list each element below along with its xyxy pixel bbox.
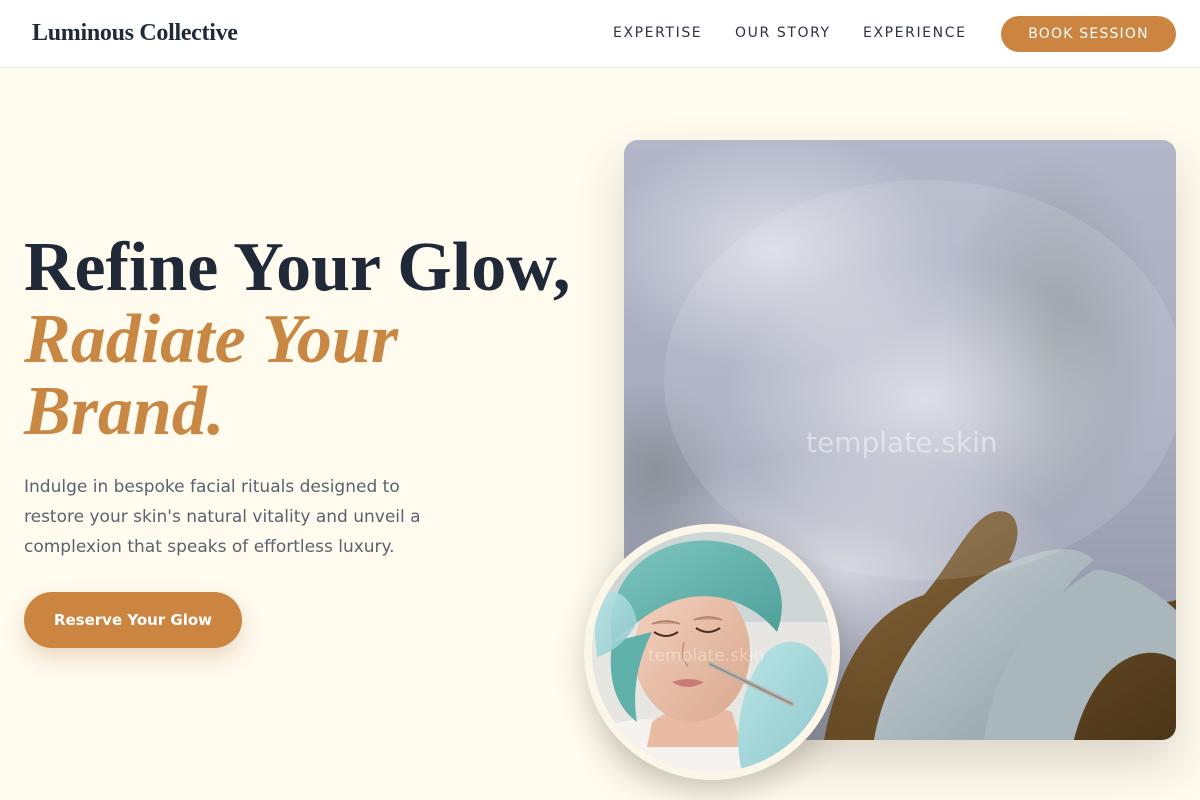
reserve-glow-button[interactable]: Reserve Your Glow (24, 592, 242, 648)
hero-heading-line-3: Brand. (24, 373, 225, 450)
hero-heading-line-1: Refine Your Glow, (24, 229, 571, 306)
site-header: Luminous Collective EXPERTISE OUR STORY … (0, 0, 1200, 68)
book-session-button[interactable]: BOOK SESSION (1001, 16, 1176, 52)
main-image-watermark: template.skin (806, 426, 998, 459)
nav-link-experience[interactable]: EXPERIENCE (863, 25, 967, 41)
facial-treatment-image: template.skin (584, 524, 840, 780)
nav-link-expertise[interactable]: EXPERTISE (613, 25, 702, 41)
nav-link-our-story[interactable]: OUR STORY (735, 25, 831, 41)
brand-logo[interactable]: Luminous Collective (32, 20, 238, 47)
hero-description: Indulge in bespoke facial rituals design… (24, 477, 421, 557)
circle-image-watermark: template.skin (648, 646, 765, 666)
hero-heading-line-2: Radiate Your (24, 301, 399, 378)
